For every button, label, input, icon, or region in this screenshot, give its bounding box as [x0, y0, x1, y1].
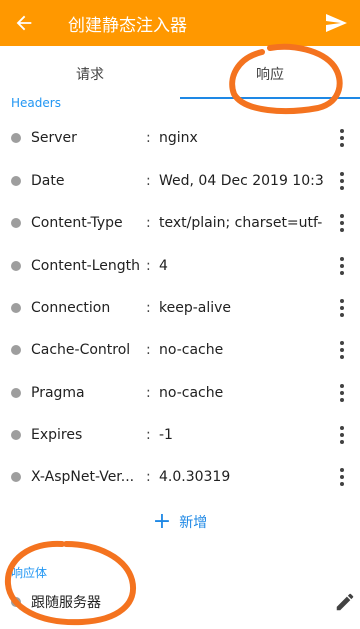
bullet-dot [11, 218, 21, 228]
header-key: X-AspNet-Ver... [31, 469, 135, 485]
header-value: no-cache [159, 342, 224, 358]
header-separator: : [146, 130, 151, 146]
header-row[interactable]: Content-Length : 4 [0, 245, 360, 287]
header-row[interactable]: Server : nginx [0, 117, 360, 159]
back-button[interactable] [0, 0, 48, 46]
header-separator: : [146, 385, 151, 401]
header-separator: : [146, 427, 151, 443]
more-vert-icon[interactable] [334, 465, 350, 489]
header-row[interactable]: Pragma : no-cache [0, 372, 360, 414]
app-bar: 创建静态注入器 [0, 0, 360, 46]
bullet-dot [11, 261, 21, 271]
header-key: Server [31, 130, 77, 146]
response-body-value: 跟随服务器 [31, 595, 101, 611]
header-row[interactable]: Expires : -1 [0, 414, 360, 456]
response-body-section-label: 响应体 [11, 566, 48, 580]
header-separator: : [146, 469, 151, 485]
header-value: Wed, 04 Dec 2019 10:3... [159, 173, 323, 189]
bullet-dot [11, 388, 21, 398]
more-vert-icon[interactable] [334, 381, 350, 405]
header-value: nginx [159, 130, 198, 146]
headers-section-label: Headers [11, 96, 61, 110]
header-value: 4.0.30319 [159, 469, 231, 485]
more-vert-icon[interactable] [334, 211, 350, 235]
pencil-icon[interactable] [334, 591, 356, 613]
plus-icon: + [152, 509, 172, 534]
header-separator: : [146, 258, 151, 274]
more-vert-icon[interactable] [334, 126, 350, 150]
bullet-dot [11, 133, 21, 143]
header-row[interactable]: X-AspNet-Ver... : 4.0.30319 [0, 456, 360, 498]
bullet-dot [11, 345, 21, 355]
header-separator: : [146, 215, 151, 231]
add-header-label: 新增 [179, 515, 208, 531]
add-header-button[interactable]: + 新增 [0, 506, 360, 538]
header-key: Cache-Control [31, 342, 131, 358]
arrow-left-icon [16, 15, 32, 31]
header-row[interactable]: Content-Type : text/plain; charset=utf-8 [0, 202, 360, 244]
bullet-dot [11, 430, 21, 440]
header-value: no-cache [159, 385, 224, 401]
bullet-dot [11, 303, 21, 313]
more-vert-icon[interactable] [334, 296, 350, 320]
header-separator: : [146, 300, 151, 316]
header-value: keep-alive [159, 300, 232, 316]
header-key: Connection [31, 300, 111, 316]
header-key: Content-Length [31, 258, 139, 274]
header-key: Date [31, 173, 65, 189]
header-value: 4 [159, 258, 168, 274]
header-value: -1 [159, 427, 173, 443]
send-icon [326, 14, 347, 32]
tab-bar: 请求 响应 [0, 50, 360, 99]
header-separator: : [146, 173, 151, 189]
bullet-dot [11, 597, 21, 607]
tab-response[interactable]: 响应 [180, 50, 360, 99]
header-key: Pragma [31, 385, 85, 401]
send-button[interactable] [312, 0, 360, 46]
response-body-row[interactable]: 跟随服务器 [0, 588, 360, 616]
tab-request[interactable]: 请求 [0, 50, 180, 98]
header-row[interactable]: Date : Wed, 04 Dec 2019 10:3... [0, 160, 360, 202]
bullet-dot [11, 472, 21, 482]
more-vert-icon[interactable] [334, 338, 350, 362]
header-row[interactable]: Cache-Control : no-cache [0, 329, 360, 371]
header-key: Content-Type [31, 215, 123, 231]
more-vert-icon[interactable] [334, 254, 350, 278]
header-row[interactable]: Connection : keep-alive [0, 287, 360, 329]
header-value: text/plain; charset=utf-8 [159, 215, 323, 231]
page-title: 创建静态注入器 [68, 15, 187, 36]
bullet-dot [11, 176, 21, 186]
header-separator: : [146, 342, 151, 358]
more-vert-icon[interactable] [334, 423, 350, 447]
more-vert-icon[interactable] [334, 169, 350, 193]
header-key: Expires [31, 427, 83, 443]
